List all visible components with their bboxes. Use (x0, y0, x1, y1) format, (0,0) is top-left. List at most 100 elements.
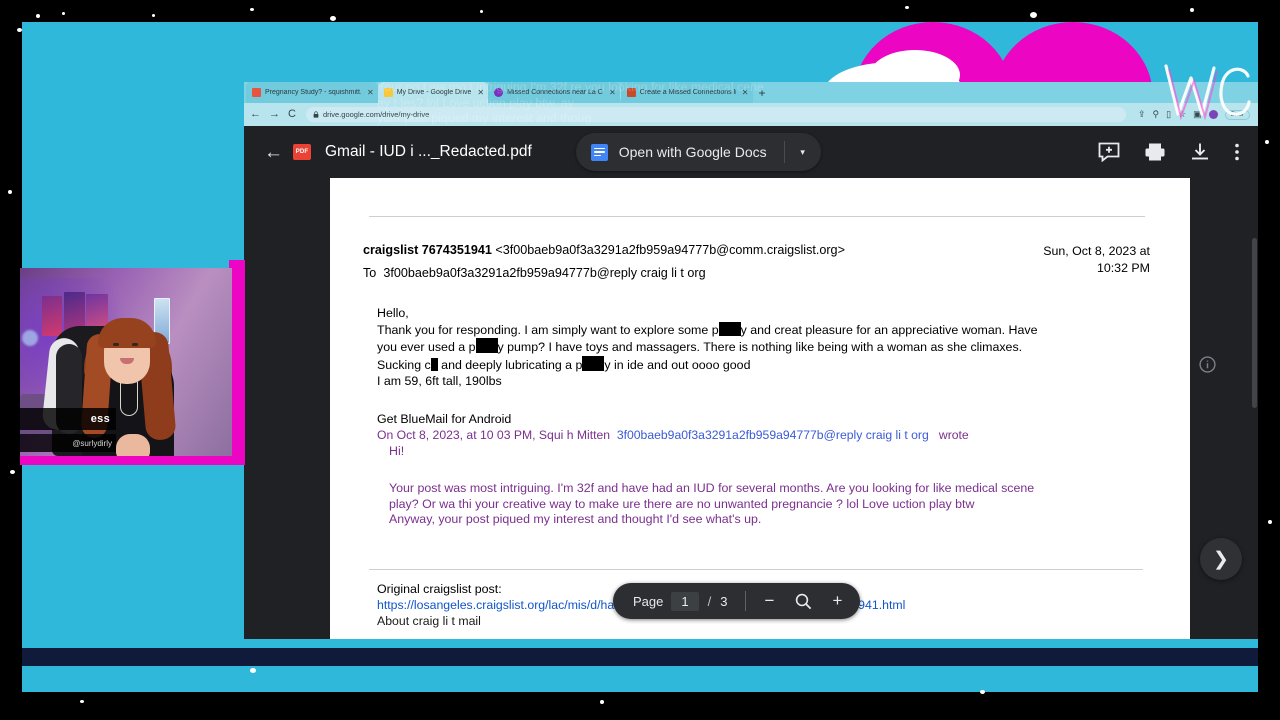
cast-icon[interactable]: ▯ (1166, 110, 1171, 119)
browser-tabstrip: Pregnancy Study? - squishmitt... ✕ My Dr… (244, 82, 1258, 103)
browser-window: Pregnancy Study? - squishmitt... ✕ My Dr… (244, 82, 1258, 639)
chevron-down-icon[interactable]: ▾ (785, 133, 821, 171)
email-header: craigslist 7674351941 <3f00baeb9a0f3a329… (363, 243, 1150, 280)
email-from-address: <3f00baeb9a0f3a3291a2fb959a94777b@comm.c… (495, 243, 845, 257)
email-to-line: To 3f00baeb9a0f3a3291a2fb959a94777b@repl… (363, 266, 1025, 280)
more-options-icon[interactable] (1234, 142, 1240, 162)
email-body-line-4: I am 59, 6ft tall, 190lbs (377, 373, 502, 388)
page-separator: / (707, 593, 712, 609)
tab-favicon (626, 88, 636, 97)
star-speck (905, 6, 909, 9)
next-page-button[interactable]: ❯ (1200, 538, 1242, 580)
zoom-in-button[interactable]: + (820, 584, 854, 618)
body-text: y in ide and out oooo good (604, 357, 751, 372)
divider (745, 591, 747, 611)
star-speck (980, 690, 985, 694)
email-body-line-3: Sucking c and deeply lubricating a p y in… (377, 355, 1150, 374)
light-orb (22, 330, 38, 346)
open-with-google-docs-button[interactable]: Open with Google Docs ▾ (575, 133, 821, 171)
page-label: Page (633, 593, 664, 609)
print-icon[interactable] (1144, 142, 1166, 162)
star-speck (36, 14, 40, 18)
pdf-viewer: ← PDF Gmail - IUD i ..._Redacted.pdf Ope… (244, 82, 1258, 639)
star-speck (1190, 8, 1194, 12)
tab-close-icon[interactable]: ✕ (367, 88, 374, 97)
browser-omnibox-bar: ← → C drive.google.com/drive/my-drive ⇪ … (244, 103, 1258, 126)
open-with-label: Open with Google Docs (618, 144, 767, 160)
browser-tab-1[interactable]: Pregnancy Study? - squishmitt... ✕ (246, 82, 378, 103)
email-from-line: craigslist 7674351941 <3f00baeb9a0f3a329… (363, 243, 1025, 257)
tab-favicon (252, 88, 261, 97)
omnibox-actions: ⇪ ⚲ ▯ ☆ ▣ Error (1138, 109, 1252, 120)
tab-title: Pregnancy Study? - squishmitt... (265, 89, 361, 96)
email-greeting: Hello, (377, 306, 409, 320)
quote-line-2: play? Or wa thi your creative way to mak… (389, 496, 975, 511)
profile-avatar-icon[interactable] (1208, 110, 1218, 119)
info-icon[interactable] (1199, 356, 1216, 378)
browser-tab-2[interactable]: My Drive - Google Drive ✕ (377, 82, 489, 103)
tab-close-icon[interactable]: ✕ (742, 88, 749, 97)
star-speck (8, 190, 12, 194)
streamer-hand (116, 434, 150, 456)
browser-tab-3[interactable]: Missed Connections near La C... ✕ (488, 82, 620, 103)
body-text: y pump? I have toys and massagers. There… (497, 340, 1023, 355)
pdf-page: craigslist 7674351941 <3f00baeb9a0f3a329… (330, 178, 1190, 639)
divider (369, 216, 1145, 217)
lock-icon (313, 111, 319, 118)
add-comment-icon[interactable] (1098, 142, 1120, 162)
tab-close-icon[interactable]: ✕ (477, 88, 484, 97)
side-panel-icon[interactable]: ▣ (1193, 110, 1202, 119)
wrote-suffix: wrote (938, 428, 969, 443)
quote-line-1: Your post was most intriguing. I'm 32f a… (389, 481, 1035, 496)
bluemail-signature: Get BlueMail for Android (377, 412, 512, 427)
zoom-out-button[interactable]: − (752, 584, 786, 618)
pdf-page-controls: Page 1 / 3 − + (613, 583, 861, 619)
star-speck (80, 700, 84, 703)
star-speck (10, 470, 15, 474)
back-button[interactable]: ← (250, 109, 261, 120)
email-date: Sun, Oct 8, 2023 at 10:32 PM (1025, 243, 1150, 280)
email-date-line1: Sun, Oct 8, 2023 at (1043, 244, 1150, 258)
quoted-message: Your post was most intriguing. I'm 32f a… (363, 481, 1150, 528)
necklace (120, 382, 138, 416)
page-number-input[interactable]: 1 (671, 591, 699, 611)
star-speck (250, 8, 254, 11)
reload-button[interactable]: C (288, 109, 296, 120)
star-speck (62, 12, 65, 15)
redaction-block (718, 321, 741, 336)
pdf-file-badge: PDF (293, 144, 311, 160)
star-speck (600, 700, 604, 704)
search-icon[interactable]: ⚲ (1153, 110, 1160, 119)
divider (369, 569, 1143, 570)
share-icon[interactable]: ⇪ (1138, 110, 1146, 119)
back-arrow-icon[interactable]: ← (264, 143, 283, 162)
address-bar[interactable]: drive.google.com/drive/my-drive (305, 107, 1126, 122)
tab-title: Missed Connections near La C... (507, 89, 604, 96)
star-speck (480, 10, 483, 13)
background-navy-strip (22, 648, 1258, 666)
browser-tab-4[interactable]: Create a Missed Connections li... ✕ (620, 82, 753, 103)
star-speck (1030, 12, 1037, 18)
email-body: Hello, Thank you for responding. I am si… (363, 306, 1150, 389)
wrote-email-link[interactable]: 3f00baeb9a0f3a3291a2fb959a94777b@reply c… (617, 428, 929, 442)
magnifier-icon[interactable] (786, 584, 820, 618)
star-speck (250, 668, 256, 673)
email-to-label: To (363, 266, 377, 280)
pdf-viewer-body[interactable]: craigslist 7674351941 <3f00baeb9a0f3a329… (244, 178, 1258, 639)
pdf-viewer-header: ← PDF Gmail - IUD i ..._Redacted.pdf Ope… (244, 126, 1258, 178)
new-tab-button[interactable]: + (753, 87, 772, 99)
wrote-prefix: On Oct 8, 2023, at 10 03 PM, Squi h Mitt… (377, 428, 611, 443)
tab-close-icon[interactable]: ✕ (609, 88, 616, 97)
streamer-eye (132, 343, 138, 346)
email-body-line-2: you ever used a p y pump? I have toys and… (377, 338, 1150, 356)
error-badge[interactable]: Error (1224, 109, 1250, 120)
star-icon[interactable]: ☆ (1178, 110, 1186, 119)
download-icon[interactable] (1190, 142, 1210, 162)
vertical-scrollbar[interactable] (1252, 238, 1257, 408)
star-speck (17, 28, 22, 32)
pdf-viewer-actions (1098, 142, 1244, 162)
tab-title: Create a Missed Connections li... (639, 89, 736, 96)
open-with-main[interactable]: Open with Google Docs (576, 133, 784, 171)
star-speck (1265, 140, 1269, 144)
forward-button[interactable]: → (269, 109, 280, 120)
